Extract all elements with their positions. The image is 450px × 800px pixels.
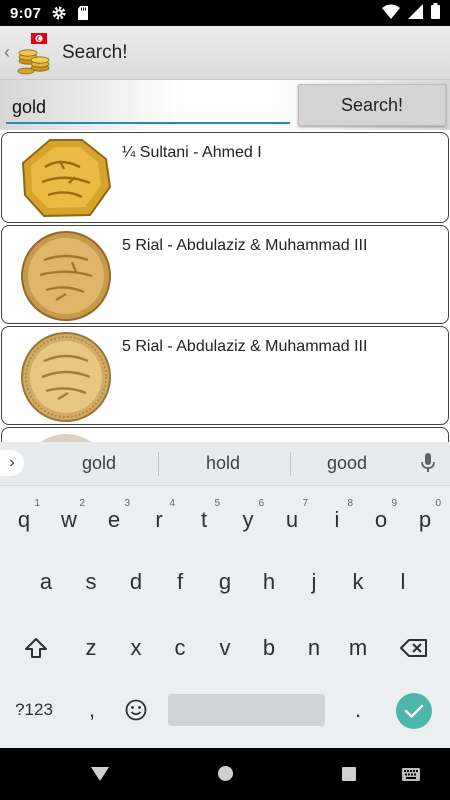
microphone-icon[interactable]	[420, 452, 436, 479]
suggestion-1[interactable]: gold	[39, 453, 159, 474]
backspace-key[interactable]	[392, 626, 436, 670]
key-d[interactable]: d	[114, 560, 158, 604]
key-hint: 4	[169, 498, 175, 509]
status-bar: 9:07	[0, 0, 450, 26]
key-label: y	[242, 507, 254, 532]
key-h[interactable]: h	[247, 560, 291, 604]
suggestion-strip: › gold hold good	[0, 442, 450, 486]
key-hint: 2	[79, 498, 85, 509]
suggestion-divider	[158, 452, 159, 476]
key-label: q	[17, 507, 31, 532]
keyboard: › gold hold good q1 w2 e3 r4 t5 y6 u7 i8…	[0, 442, 450, 748]
key-t[interactable]: t5	[182, 498, 226, 542]
search-button[interactable]: Search!	[298, 84, 446, 126]
period-key[interactable]: .	[336, 688, 380, 732]
expand-chevron-icon[interactable]: ›	[0, 450, 24, 476]
coin-image	[21, 231, 111, 321]
key-j[interactable]: j	[292, 560, 336, 604]
result-title: 5 Rial - Abdulaziz & Muhammad III	[122, 338, 368, 355]
result-title: ¼ Sultani - Ahmed I	[122, 144, 262, 161]
key-hint: 7	[302, 498, 308, 509]
signal-icon	[408, 3, 423, 23]
key-f[interactable]: f	[158, 560, 202, 604]
comma-key[interactable]: ,	[70, 688, 114, 732]
key-label: w	[61, 507, 77, 532]
key-hint: 9	[391, 498, 397, 509]
coin-image	[40, 434, 92, 442]
key-g[interactable]: g	[203, 560, 247, 604]
suggestion-2[interactable]: hold	[163, 453, 283, 474]
results-list[interactable]: ¼ Sultani - Ahmed I 5 Rial - Abdulaziz &…	[0, 130, 450, 442]
battery-icon	[431, 3, 440, 23]
keyboard-switch-icon[interactable]	[402, 768, 420, 781]
app-logo[interactable]	[14, 31, 54, 75]
key-q[interactable]: q1	[2, 498, 46, 542]
action-bar: ‹ Search!	[0, 26, 450, 80]
key-r[interactable]: r4	[137, 498, 181, 542]
key-hint: 6	[258, 498, 264, 509]
key-u[interactable]: u7	[270, 498, 314, 542]
coin-image	[21, 139, 112, 218]
key-b[interactable]: b	[247, 626, 291, 670]
key-x[interactable]: x	[114, 626, 158, 670]
key-label: e	[107, 507, 121, 532]
home-circle-icon[interactable]	[217, 765, 234, 782]
key-c[interactable]: c	[158, 626, 202, 670]
key-label: p	[418, 507, 432, 532]
key-w[interactable]: w2	[47, 498, 91, 542]
key-z[interactable]: z	[69, 626, 113, 670]
key-hint: 8	[347, 498, 353, 509]
key-a[interactable]: a	[24, 560, 68, 604]
result-card[interactable]: 5 Rial - Abdulaziz & Muhammad III	[1, 225, 449, 324]
key-hint: 1	[34, 498, 40, 509]
gear-icon	[51, 5, 67, 21]
page-title: Search!	[62, 41, 128, 63]
key-n[interactable]: n	[292, 626, 336, 670]
symbols-key[interactable]: ?123	[4, 688, 64, 732]
backspace-icon	[400, 639, 427, 657]
enter-key[interactable]	[396, 693, 432, 729]
checkmark-icon	[404, 704, 424, 718]
key-m[interactable]: m	[336, 626, 380, 670]
search-input[interactable]	[6, 88, 290, 124]
key-hint: 3	[124, 498, 130, 509]
key-label: r	[155, 507, 163, 532]
key-l[interactable]: l	[381, 560, 425, 604]
result-card[interactable]: ¼ Sultani - Ahmed I	[1, 132, 449, 223]
key-v[interactable]: v	[203, 626, 247, 670]
wifi-icon	[382, 4, 400, 23]
result-card[interactable]	[1, 427, 449, 442]
key-hint: 0	[435, 498, 441, 509]
key-label: o	[374, 507, 388, 532]
key-y[interactable]: y6	[226, 498, 270, 542]
status-time: 9:07	[10, 4, 42, 22]
back-chevron-icon[interactable]: ‹	[4, 42, 14, 63]
key-label: i	[334, 507, 340, 532]
emoji-key[interactable]	[114, 688, 158, 732]
key-s[interactable]: s	[69, 560, 113, 604]
suggestion-3[interactable]: good	[287, 453, 407, 474]
screen: 9:07 ‹ Search! gold Search! ¼ Sultani - …	[0, 0, 450, 800]
shift-key[interactable]	[14, 626, 58, 670]
shift-icon	[25, 638, 47, 658]
key-o[interactable]: o9	[359, 498, 403, 542]
navigation-bar	[0, 748, 450, 800]
key-label: t	[200, 507, 208, 532]
key-hint: 5	[214, 498, 220, 509]
key-label: u	[285, 507, 299, 532]
emoji-icon	[125, 699, 147, 721]
space-key[interactable]	[168, 694, 325, 726]
key-e[interactable]: e3	[92, 498, 136, 542]
result-card[interactable]: 5 Rial - Abdulaziz & Muhammad III	[1, 326, 449, 425]
key-p[interactable]: p0	[403, 498, 447, 542]
key-k[interactable]: k	[336, 560, 380, 604]
coin-image	[21, 332, 111, 422]
recents-square-icon[interactable]	[341, 766, 357, 782]
back-triangle-icon[interactable]	[90, 766, 110, 782]
key-i[interactable]: i8	[315, 498, 359, 542]
sd-card-icon	[77, 5, 89, 21]
result-title: 5 Rial - Abdulaziz & Muhammad III	[122, 237, 368, 254]
